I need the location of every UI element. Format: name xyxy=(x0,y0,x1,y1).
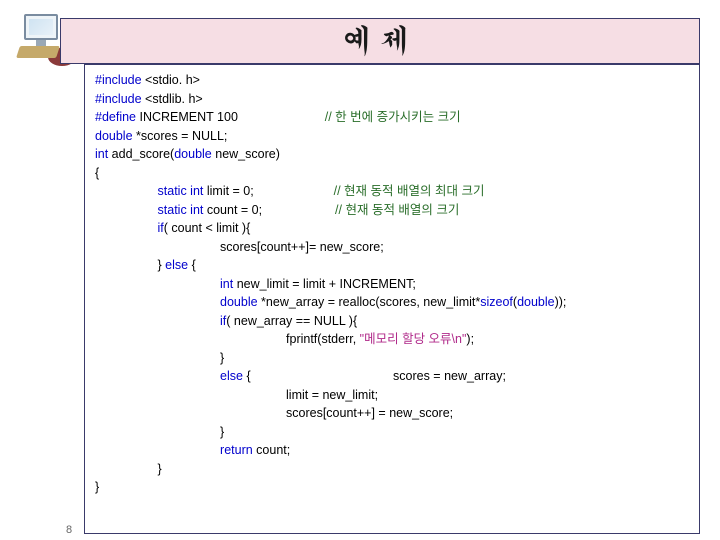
code-text: fprintf(stderr, xyxy=(286,332,360,346)
code-text: *scores = NULL; xyxy=(133,129,228,143)
code-example-box: #include <stdio. h> #include <stdlib. h>… xyxy=(84,64,700,534)
code-text: count; xyxy=(253,443,291,457)
code-keyword: double xyxy=(174,147,212,161)
code-comment: // 현재 동적 배열의 크기 xyxy=(335,203,459,217)
code-text: { xyxy=(188,258,196,272)
code-text: ); xyxy=(466,332,474,346)
code-keyword: else xyxy=(165,258,188,272)
code-text: ( new_array == NULL ){ xyxy=(226,314,357,328)
code-keyword: int xyxy=(220,277,233,291)
code-keyword: static int xyxy=(158,184,204,198)
monitor-icon xyxy=(24,14,58,40)
page-number: 8 xyxy=(66,524,72,536)
code-keyword: #include xyxy=(95,73,142,87)
code-text: scores = new_array; xyxy=(393,369,506,383)
code-text: <stdlib. h> xyxy=(142,92,203,106)
code-text: { xyxy=(243,369,251,383)
code-keyword: #include xyxy=(95,92,142,106)
code-keyword: double xyxy=(95,129,133,143)
code-keyword: return xyxy=(220,443,253,457)
code-text: scores[count++] = new_score; xyxy=(286,406,453,420)
code-string: "메모리 할당 오류\n" xyxy=(360,332,467,346)
code-text: INCREMENT 100 xyxy=(136,110,238,124)
code-text: count = 0; xyxy=(203,203,262,217)
keyboard-icon xyxy=(16,46,60,58)
code-comment: // 현재 동적 배열의 최대 크기 xyxy=(334,184,485,198)
code-block: #include <stdio. h> #include <stdlib. h>… xyxy=(95,71,689,497)
code-keyword: double xyxy=(220,295,258,309)
code-keyword: double xyxy=(517,295,555,309)
code-text: } xyxy=(220,351,224,365)
code-keyword: static int xyxy=(158,203,204,217)
code-keyword: sizeof xyxy=(480,295,513,309)
code-text: } xyxy=(220,425,224,439)
code-text: )); xyxy=(555,295,567,309)
code-text: } xyxy=(158,462,162,476)
page-title: 예제 xyxy=(342,16,418,61)
code-text: { xyxy=(95,166,99,180)
code-text: *new_array = realloc(scores, new_limit* xyxy=(258,295,481,309)
screen-icon xyxy=(29,19,53,35)
code-text: limit = new_limit; xyxy=(286,388,378,402)
title-band: 예제 xyxy=(60,18,700,64)
code-text: limit = 0; xyxy=(203,184,253,198)
code-keyword: #define xyxy=(95,110,136,124)
code-text: new_score) xyxy=(212,147,280,161)
code-text: <stdio. h> xyxy=(142,73,200,87)
code-text: add_score( xyxy=(108,147,174,161)
code-keyword: else xyxy=(220,369,243,383)
code-text: } xyxy=(95,480,99,494)
code-keyword: int xyxy=(95,147,108,161)
code-text: new_limit = limit + INCREMENT; xyxy=(233,277,416,291)
code-comment: // 한 번에 증가시키는 크기 xyxy=(325,110,461,124)
code-text: ( count < limit ){ xyxy=(164,221,251,235)
code-text: scores[count++]= new_score; xyxy=(220,240,384,254)
